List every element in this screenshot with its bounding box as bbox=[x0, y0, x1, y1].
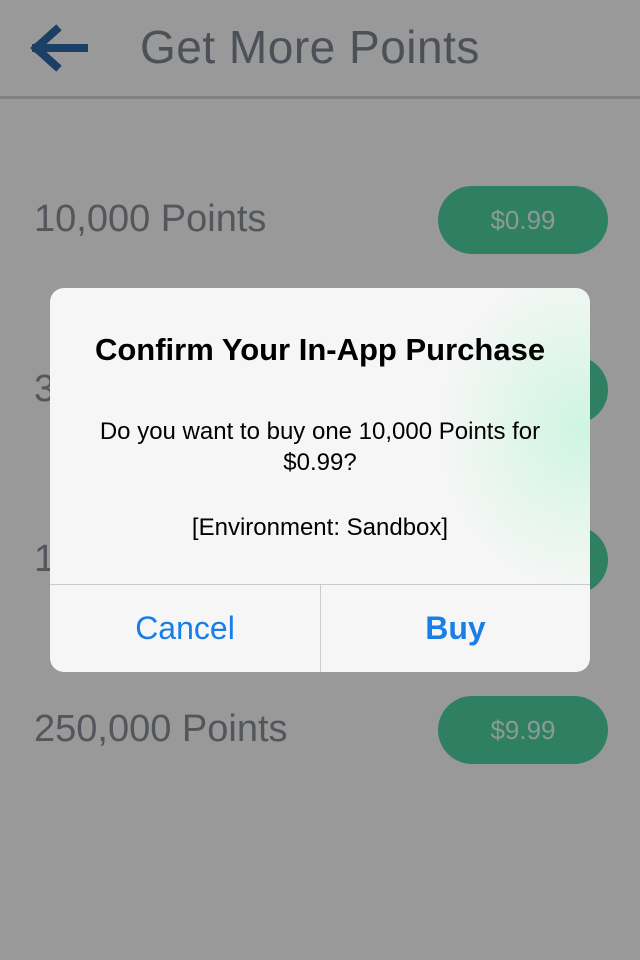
dialog-message: Do you want to buy one 10,000 Points for… bbox=[99, 418, 541, 476]
cancel-button[interactable]: Cancel bbox=[50, 585, 320, 672]
dialog-title: Confirm Your In-App Purchase bbox=[94, 332, 546, 367]
dialog-environment-note: [Environment: Sandbox] bbox=[191, 514, 449, 541]
buy-button[interactable]: Buy bbox=[321, 585, 590, 672]
purchase-confirm-dialog: Confirm Your In-App Purchase Do you want… bbox=[50, 288, 590, 672]
screen: Get More Points 10,000 Points $0.99 3 1 … bbox=[0, 0, 640, 960]
